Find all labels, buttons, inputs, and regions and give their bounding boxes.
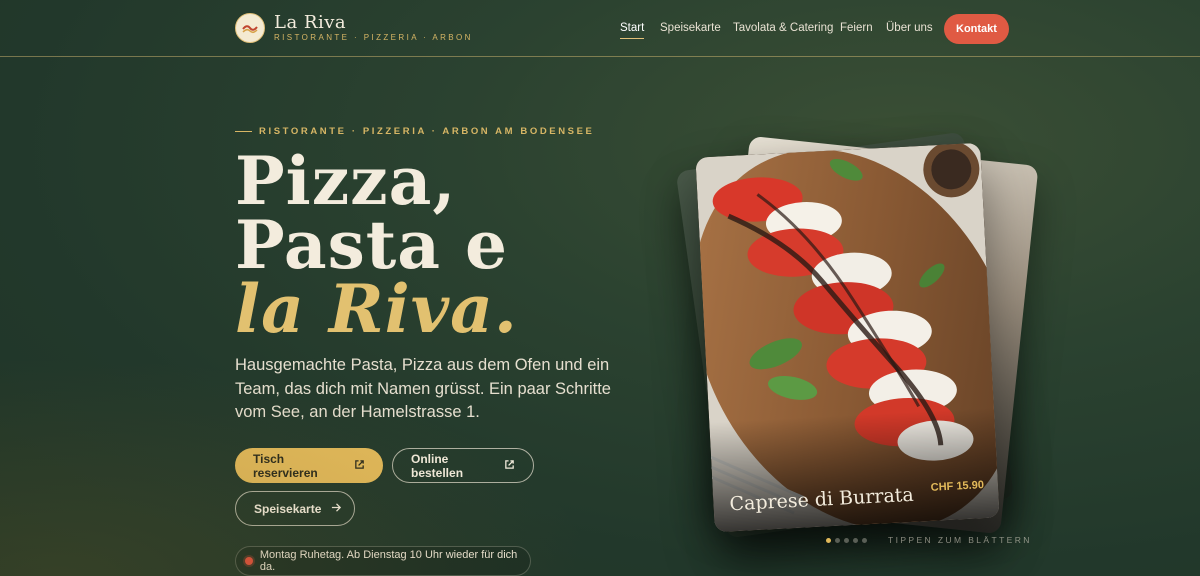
carousel-hint: TIPPEN ZUM BLÄTTERN: [888, 535, 1032, 545]
carousel-dot[interactable]: [862, 538, 867, 543]
arrow-right-icon: [331, 502, 342, 516]
reserve-table-label: Tisch reservieren: [253, 451, 318, 480]
reserve-table-button[interactable]: Tisch reservieren: [235, 448, 383, 483]
status-dot-icon: [245, 557, 253, 565]
hero-headline-line3: la Riva.: [235, 270, 518, 348]
nav-item-feiern[interactable]: Feiern: [840, 22, 873, 34]
nav-item-speisekarte[interactable]: Speisekarte: [660, 22, 721, 34]
carousel-dot[interactable]: [835, 538, 840, 543]
external-link-icon: [354, 459, 365, 473]
brand-name[interactable]: La Riva: [274, 12, 346, 33]
carousel-dot[interactable]: [844, 538, 849, 543]
eyebrow-divider: [235, 131, 252, 132]
brand-tagline: RISTORANTE · PIZZERIA · ARBON: [274, 33, 473, 42]
menu-button[interactable]: Speisekarte: [235, 491, 355, 526]
order-online-label: Online bestellen: [411, 451, 464, 480]
nav-item-ueber-uns[interactable]: Über uns: [886, 22, 933, 34]
hero-headline-line2: Pasta e: [235, 206, 508, 284]
menu-label: Speisekarte: [254, 501, 322, 516]
carousel-dot[interactable]: [826, 538, 831, 543]
site-header: La Riva RISTORANTE · PIZZERIA · ARBON St…: [0, 0, 1200, 57]
nav-item-start[interactable]: Start: [620, 22, 645, 39]
carousel-pagination: [826, 538, 867, 543]
logo-icon[interactable]: [235, 13, 265, 43]
opening-status-badge: Montag Ruhetag. Ab Dienstag 10 Uhr wiede…: [235, 546, 531, 576]
order-online-button[interactable]: Online bestellen: [392, 448, 534, 483]
external-link-icon: [504, 459, 515, 473]
hero-lead: Hausgemachte Pasta, Pizza aus dem Ofen u…: [235, 356, 611, 421]
opening-status-text: Montag Ruhetag. Ab Dienstag 10 Uhr wiede…: [259, 549, 518, 573]
nav-item-tavolata-catering[interactable]: Tavolata & Catering: [733, 22, 833, 34]
hero-headline-line1: Pizza,: [235, 142, 457, 220]
hero-eyebrow: RISTORANTE · PIZZERIA · ARBON AM BODENSE…: [259, 126, 595, 137]
carousel-dot[interactable]: [853, 538, 858, 543]
carousel-card-caprese[interactable]: Caprese di Burrata CHF 15.90: [695, 142, 1000, 533]
kontakt-button[interactable]: Kontakt: [944, 14, 1009, 44]
